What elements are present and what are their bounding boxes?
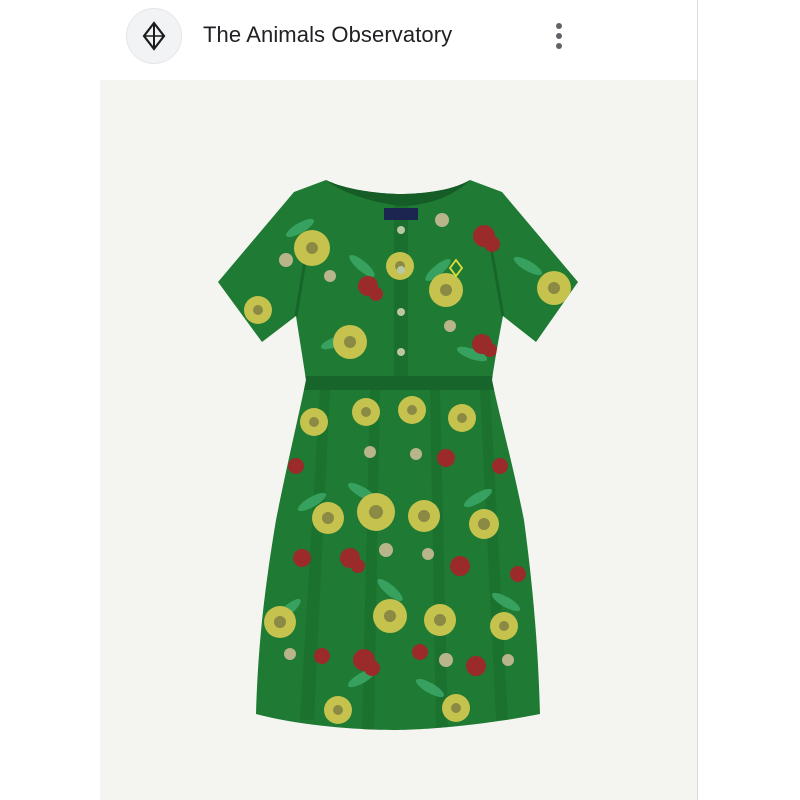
page-edge-divider [697,0,698,800]
dress-illustration [218,180,578,730]
product-image [100,80,697,800]
brand-avatar[interactable] [126,8,182,64]
app-header: The Animals Observatory [0,0,697,80]
diamond-logo-icon [142,21,166,51]
brand-name[interactable]: The Animals Observatory [203,20,452,50]
more-vert-icon[interactable] [546,18,572,54]
